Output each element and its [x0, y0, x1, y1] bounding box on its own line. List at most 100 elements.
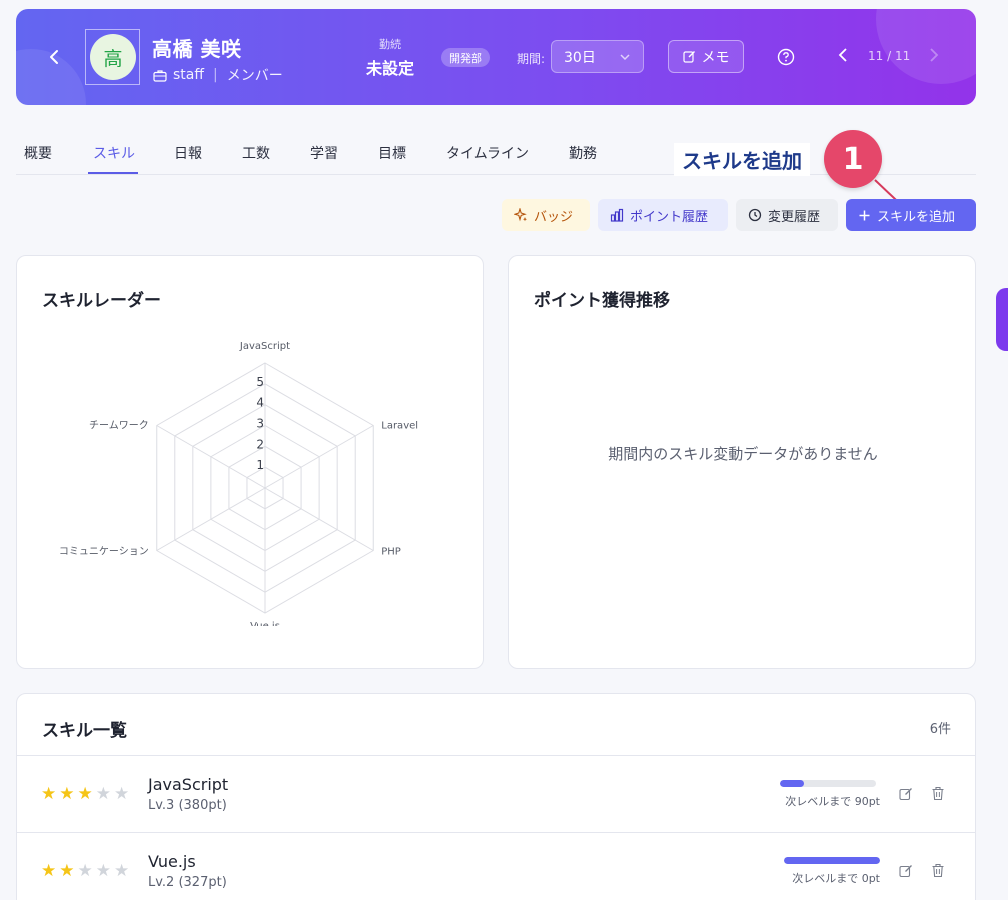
period-label: 期間: — [517, 52, 546, 66]
next-member-button[interactable] — [929, 47, 945, 67]
skill-star-rating: ★ ★ ★ ★ ★ — [41, 786, 129, 803]
trash-icon — [932, 863, 944, 878]
back-button[interactable] — [44, 46, 64, 68]
star-icon: ★ — [59, 784, 75, 804]
memo-label: メモ — [701, 49, 730, 66]
level-progress-bar — [780, 780, 876, 787]
user-role: staff — [173, 67, 205, 83]
level-progress-fill — [780, 780, 804, 787]
radar-scale-tick: 3 — [256, 417, 264, 431]
help-button[interactable] — [776, 47, 796, 67]
star-icon: ★ — [95, 784, 111, 804]
tab-daily-report[interactable]: 日報 — [174, 143, 202, 163]
skill-name: Vue.js — [148, 852, 196, 871]
header-decoration — [876, 9, 976, 84]
tab-man-hours[interactable]: 工数 — [242, 143, 270, 163]
annotation-label: スキルを追加 — [674, 143, 810, 176]
next-level-text: 次レベルまで 0pt — [792, 872, 880, 885]
skill-star-rating: ★ ★ ★ ★ ★ — [41, 863, 129, 880]
star-icon: ★ — [114, 784, 130, 804]
tab-attendance[interactable]: 勤務 — [569, 143, 597, 163]
badge-button[interactable]: バッジ — [502, 199, 590, 231]
star-icon: ★ — [41, 861, 57, 881]
chevron-right-icon — [930, 48, 939, 62]
tab-overview[interactable]: 概要 — [24, 143, 52, 163]
star-icon: ★ — [95, 861, 111, 881]
empty-state-message: 期間内のスキル変動データがありません — [608, 445, 878, 463]
memo-button[interactable]: メモ — [668, 40, 744, 73]
edit-icon — [682, 51, 695, 63]
skill-radar-card: スキルレーダー JavaScript Laravel PHP Vue.js コミュニケー… — [16, 255, 484, 669]
delete-skill-button[interactable] — [931, 863, 947, 879]
clock-icon — [748, 208, 762, 222]
tab-learning[interactable]: 学習 — [310, 143, 338, 163]
star-icon: ★ — [114, 861, 130, 881]
tenure: 勤続 未設定 — [360, 36, 420, 79]
tab-timeline[interactable]: タイムライン — [446, 143, 529, 163]
radar-axis-label: Vue.js — [250, 621, 280, 626]
skill-list-card: スキル一覧 6件 ★ ★ ★ ★ ★ JavaScript Lv.3 (380pt) 次レベル… — [16, 693, 976, 900]
delete-skill-button[interactable] — [931, 786, 947, 802]
user-position: メンバー — [226, 68, 283, 84]
edit-icon — [899, 865, 912, 878]
briefcase-icon — [153, 69, 167, 82]
tab-skills[interactable]: スキル — [93, 143, 135, 163]
change-history-button[interactable]: 変更履歴 — [736, 199, 838, 231]
radar-title: スキルレーダー — [42, 291, 161, 311]
skill-level: Lv.2 (327pt) — [148, 875, 227, 890]
skill-name: JavaScript — [148, 775, 229, 794]
user-name: 高橋 美咲 — [152, 37, 242, 61]
plus-icon — [859, 210, 870, 220]
active-tab-indicator — [88, 172, 138, 174]
member-header: 高 高橋 美咲 staff | メンバー 勤続 未設定 開発部 期間: 30日 … — [16, 9, 976, 105]
star-icon: ★ — [77, 861, 93, 881]
points-trend-card: ポイント獲得推移 期間内のスキル変動データがありません — [508, 255, 976, 669]
radar-scale-tick: 1 — [256, 458, 264, 472]
points-history-button[interactable]: ポイント履歴 — [598, 199, 728, 231]
radar-axis-label: PHP — [381, 547, 401, 558]
member-nav-count: 11 / 11 — [868, 49, 911, 63]
level-progress-fill — [784, 857, 880, 864]
tab-goals[interactable]: 目標 — [378, 143, 406, 163]
avatar-frame: 高 — [85, 29, 140, 85]
skill-radar-chart: JavaScript Laravel PHP Vue.js コミュニケーション チームワー… — [59, 341, 418, 626]
badge-label: バッジ — [534, 209, 574, 225]
side-panel-toggle[interactable] — [996, 288, 1008, 351]
points-trend-title: ポイント獲得推移 — [534, 291, 670, 311]
avatar: 高 — [90, 34, 136, 80]
trash-icon — [932, 786, 944, 801]
radar-axis-label: Laravel — [381, 421, 418, 432]
period-value: 30日 — [564, 49, 596, 66]
user-meta: staff | メンバー — [153, 65, 283, 85]
meta-separator: | — [213, 67, 218, 83]
star-icon: ★ — [77, 784, 93, 804]
points-history-label: ポイント履歴 — [630, 209, 709, 225]
edit-skill-button[interactable] — [899, 863, 915, 879]
radar-axis-label: JavaScript — [239, 341, 290, 352]
skill-list-title: スキル一覧 — [42, 721, 127, 741]
radar-axis-label: チームワーク — [89, 420, 149, 432]
skill-count: 6件 — [929, 722, 951, 737]
radar-scale-tick: 4 — [256, 396, 264, 410]
radar-scale-tick: 5 — [256, 375, 264, 389]
tenure-label: 勤続 — [379, 38, 401, 51]
skill-row: ★ ★ ★ ★ ★ Vue.js Lv.2 (327pt) 次レベルまで 0pt — [17, 833, 975, 900]
star-icon: ★ — [59, 861, 75, 881]
department-badge: 開発部 — [441, 48, 490, 67]
radar-scale-tick: 2 — [256, 437, 264, 451]
edit-icon — [899, 788, 912, 801]
add-skill-button[interactable]: スキルを追加 — [846, 199, 976, 231]
next-level-text: 次レベルまで 90pt — [785, 795, 880, 808]
radar-axis-label: コミュニケーション — [59, 546, 149, 558]
edit-skill-button[interactable] — [899, 786, 915, 802]
level-progress-bar — [784, 857, 880, 864]
prev-member-button[interactable] — [838, 47, 854, 67]
tenure-value: 未設定 — [365, 59, 414, 78]
bar-chart-icon — [610, 208, 624, 222]
chevron-left-icon — [50, 50, 58, 64]
question-circle-icon — [777, 48, 795, 66]
period-select[interactable]: 30日 — [551, 40, 644, 73]
sparkle-icon — [514, 208, 527, 222]
skill-level: Lv.3 (380pt) — [148, 798, 227, 813]
star-icon: ★ — [41, 784, 57, 804]
